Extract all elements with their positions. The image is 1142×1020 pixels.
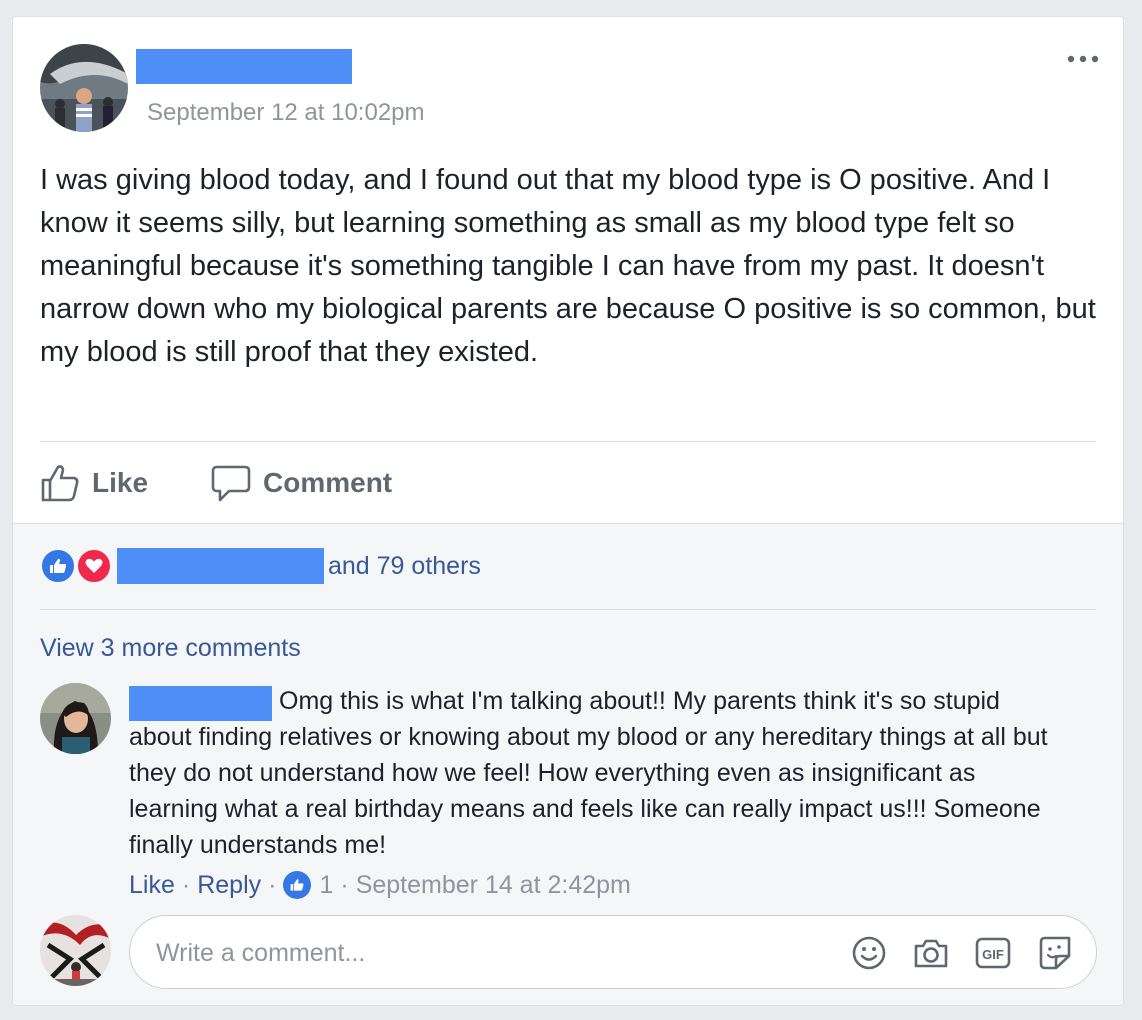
comment-input[interactable]	[154, 932, 818, 974]
like-reaction-icon	[40, 548, 76, 584]
current-user-avatar	[40, 915, 111, 986]
love-reaction-icon	[76, 548, 112, 584]
author-name-redacted[interactable]	[136, 49, 352, 84]
comment-reply-link[interactable]: Reply	[197, 871, 261, 900]
sticker-icon[interactable]	[1036, 934, 1074, 972]
commenter-avatar[interactable]	[40, 683, 111, 754]
reaction-others-link[interactable]: and 79 others	[328, 552, 481, 581]
author-avatar[interactable]	[40, 44, 128, 132]
reactor-names-redacted[interactable]	[117, 548, 324, 584]
gif-icon-text: GIF	[982, 947, 1004, 962]
meta-separator: ·	[268, 870, 277, 899]
comment-button[interactable]: Comment	[211, 460, 392, 506]
comment-meta: Like · Reply · 1 · September 14 at 2:42p…	[129, 868, 631, 902]
more-options-button[interactable]	[1065, 47, 1101, 71]
comment-like-badge-icon[interactable]	[283, 871, 312, 899]
comment-like-link[interactable]: Like	[129, 871, 175, 900]
comment-bubble-icon	[211, 465, 251, 502]
comment-label: Comment	[263, 467, 393, 498]
post-header-section: September 12 at 10:02pm I was giving blo…	[13, 17, 1123, 523]
post-card: September 12 at 10:02pm I was giving blo…	[12, 16, 1124, 1006]
comment-timestamp[interactable]: September 14 at 2:42pm	[356, 871, 631, 900]
post-divider	[40, 441, 1096, 442]
emoji-icon[interactable]	[850, 934, 888, 972]
comment-like-count[interactable]: 1	[319, 871, 333, 900]
meta-separator: ·	[340, 870, 349, 899]
reactions-divider	[40, 609, 1096, 610]
meta-separator: ·	[181, 870, 191, 899]
camera-icon[interactable]	[912, 934, 950, 972]
commenter-name-redacted[interactable]	[129, 686, 272, 721]
gif-icon[interactable]: GIF	[974, 934, 1012, 972]
post-timestamp[interactable]: September 12 at 10:02pm	[147, 99, 425, 127]
view-more-comments-link[interactable]: View 3 more comments	[40, 634, 301, 663]
ellipsis-icon	[1067, 55, 1099, 63]
comment-composer[interactable]: GIF	[129, 915, 1097, 989]
like-label: Like	[92, 467, 149, 498]
like-button[interactable]: Like	[40, 460, 148, 506]
thumbs-up-icon	[41, 465, 79, 502]
post-body: I was giving blood today, and I found ou…	[40, 164, 1096, 368]
